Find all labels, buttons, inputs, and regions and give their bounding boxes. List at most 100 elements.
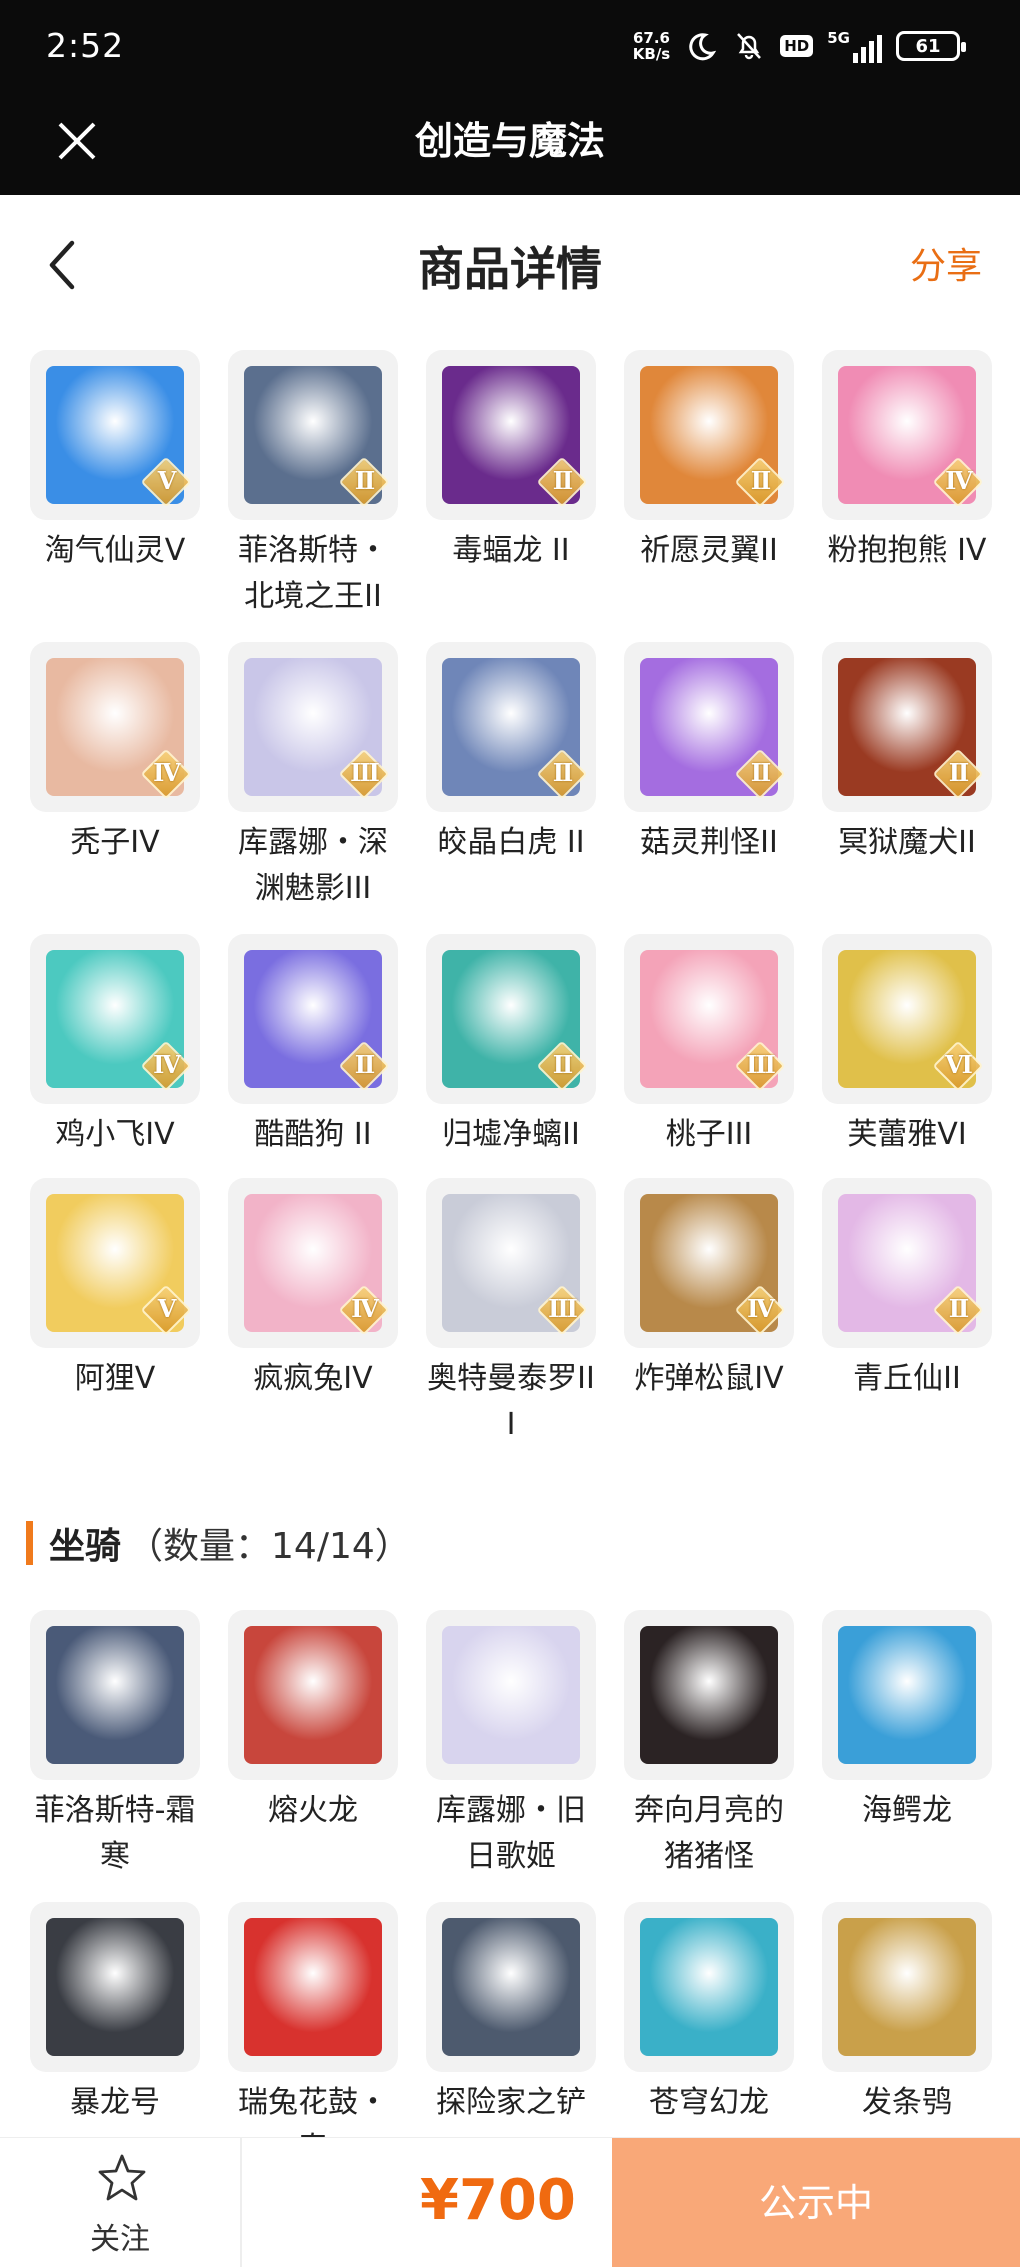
grid-item[interactable]: II 菲洛斯特・北境之王II (226, 350, 400, 620)
item-name: 粉抱抱熊 IV (827, 533, 987, 568)
item-name: 暴龙号 (70, 2085, 160, 2120)
item-thumbnail (426, 1610, 596, 1780)
bottom-action-bar: 关注 ¥700 公示中 (0, 2137, 1020, 2267)
item-name: 奔向月亮的猪猪怪 (634, 1793, 784, 1874)
tier-badge-icon: II (734, 748, 786, 800)
grid-item[interactable]: 海鳄龙 (820, 1610, 994, 1834)
tier-badge-icon: V (140, 1284, 192, 1336)
item-thumbnail: IV (624, 1178, 794, 1348)
grid-item[interactable]: V 淘气仙灵V (28, 350, 202, 574)
grid-item[interactable]: II 祈愿灵翼II (622, 350, 796, 574)
tier-badge-icon: II (734, 456, 786, 508)
tier-badge-icon: III (536, 1284, 588, 1336)
section-accent-bar (26, 1521, 33, 1565)
grid-item[interactable]: III 奥特曼泰罗III (424, 1178, 598, 1448)
grid-item[interactable]: 瑞兔花鼓・春 (226, 1902, 400, 2137)
item-thumbnail: III (426, 1178, 596, 1348)
grid-item[interactable]: 熔火龙 (226, 1610, 400, 1834)
grid-item[interactable]: IV 鸡小飞IV (28, 934, 202, 1158)
item-name: 菲洛斯特・北境之王II (238, 533, 388, 614)
mute-bell-icon (732, 29, 766, 63)
moon-icon (684, 29, 718, 63)
grid-item[interactable]: 苍穹幻龙 (622, 1902, 796, 2126)
item-thumbnail (30, 1610, 200, 1780)
tier-badge-icon: III (338, 748, 390, 800)
grid-item[interactable]: II 菇灵荆怪II (622, 642, 796, 866)
grid-item[interactable]: 探险家之铲 (424, 1902, 598, 2126)
tier-badge-icon: IV (140, 748, 192, 800)
section-title: 坐骑 (49, 1526, 122, 1567)
item-name: 酷酷狗 II (254, 1117, 372, 1152)
share-button[interactable]: 分享 (910, 237, 982, 289)
app-title: 创造与魔法 (414, 119, 605, 163)
item-thumbnail: VI (822, 934, 992, 1104)
grid-item[interactable]: V 阿狸V (28, 1178, 202, 1402)
follow-button[interactable]: 关注 (0, 2138, 242, 2267)
grid-item[interactable]: II 归墟净螭II (424, 934, 598, 1158)
item-name: 菇灵荆怪II (640, 825, 778, 860)
item-name: 青丘仙II (853, 1361, 961, 1396)
grid-item[interactable]: 奔向月亮的猪猪怪 (622, 1610, 796, 1880)
mount-section-header: 坐骑 （数量：14/14） (26, 1515, 411, 1571)
item-name: 瑞兔花鼓・春 (238, 2085, 388, 2137)
item-name: 冥狱魔犬II (838, 825, 976, 860)
tier-badge-icon: V (140, 456, 192, 508)
grid-item[interactable]: VI 芙蕾雅VI (820, 934, 994, 1158)
tier-badge-icon: II (932, 748, 984, 800)
tier-label: II (354, 466, 375, 495)
grid-item[interactable]: 暴龙号 (28, 1902, 202, 2126)
grid-item[interactable]: II 皎晶白虎 II (424, 642, 598, 866)
tier-badge-icon: VI (932, 1040, 984, 1092)
grid-item[interactable]: 库露娜・旧日歌姬 (424, 1610, 598, 1880)
mount-grid: 菲洛斯特-霜寒 熔火龙 库露娜・旧日歌姬奔向月亮的猪猪怪 海鳄龙暴龙号 瑞兔花鼓・春 探险… (28, 1610, 994, 2137)
tier-label: II (354, 1050, 375, 1079)
tier-label: III (350, 758, 380, 787)
grid-item[interactable]: II 毒蝠龙 II (424, 350, 598, 574)
grid-item[interactable]: IV 炸弹松鼠IV (622, 1178, 796, 1402)
grid-item[interactable]: IV 秃子IV (28, 642, 202, 866)
tier-badge-icon: II (536, 1040, 588, 1092)
tier-badge-icon: II (932, 1284, 984, 1336)
item-name: 毒蝠龙 II (452, 533, 570, 568)
item-thumbnail (30, 1902, 200, 2072)
grid-item[interactable]: IV 疯疯兔IV (226, 1178, 400, 1402)
item-thumbnail: II (624, 350, 794, 520)
item-name: 探险家之铲 (436, 2085, 586, 2120)
clockwork-owl-mount-icon (838, 1918, 976, 2056)
tier-label: II (750, 758, 771, 787)
tier-label: IV (153, 758, 181, 787)
grid-item[interactable]: III 桃子III (622, 934, 796, 1158)
item-name: 库露娜・深渊魅影III (238, 825, 388, 906)
item-name: 疯疯兔IV (253, 1361, 373, 1396)
grid-item[interactable]: II 酷酷狗 II (226, 934, 400, 1158)
tier-label: II (552, 758, 573, 787)
sea-dragon-mount-icon (838, 1626, 976, 1764)
item-name: 鸡小飞IV (55, 1117, 175, 1152)
item-name: 熔火龙 (268, 1793, 358, 1828)
tier-label: III (548, 1294, 578, 1323)
item-thumbnail: V (30, 1178, 200, 1348)
item-thumbnail: V (30, 350, 200, 520)
tier-label: IV (351, 1294, 379, 1323)
item-thumbnail (228, 1902, 398, 2072)
grid-item[interactable]: 发条鸮 (820, 1902, 994, 2126)
tier-label: VI (945, 1050, 973, 1079)
item-name: 祈愿灵翼II (640, 533, 778, 568)
moon-pig-mount-icon (640, 1626, 778, 1764)
item-thumbnail: II (624, 642, 794, 812)
grid-item[interactable]: II 青丘仙II (820, 1178, 994, 1402)
tier-label: V (157, 466, 177, 495)
grid-item[interactable]: II 冥狱魔犬II (820, 642, 994, 866)
sky-dragon-mount-icon (640, 1918, 778, 2056)
mecha-tyrant-mount-icon (46, 1918, 184, 2056)
item-thumbnail: II (822, 1178, 992, 1348)
grid-item[interactable]: 菲洛斯特-霜寒 (28, 1610, 202, 1880)
status-button[interactable]: 公示中 (612, 2138, 1020, 2267)
frost-knight-mount-icon (46, 1626, 184, 1764)
grid-item[interactable]: III 库露娜・深渊魅影III (226, 642, 400, 912)
item-thumbnail (822, 1902, 992, 2072)
grid-item[interactable]: IV 粉抱抱熊 IV (820, 350, 994, 574)
price: ¥700 (420, 2168, 576, 2233)
network-speed: 67.6 KB/s (632, 29, 671, 63)
tier-label: II (552, 1050, 573, 1079)
